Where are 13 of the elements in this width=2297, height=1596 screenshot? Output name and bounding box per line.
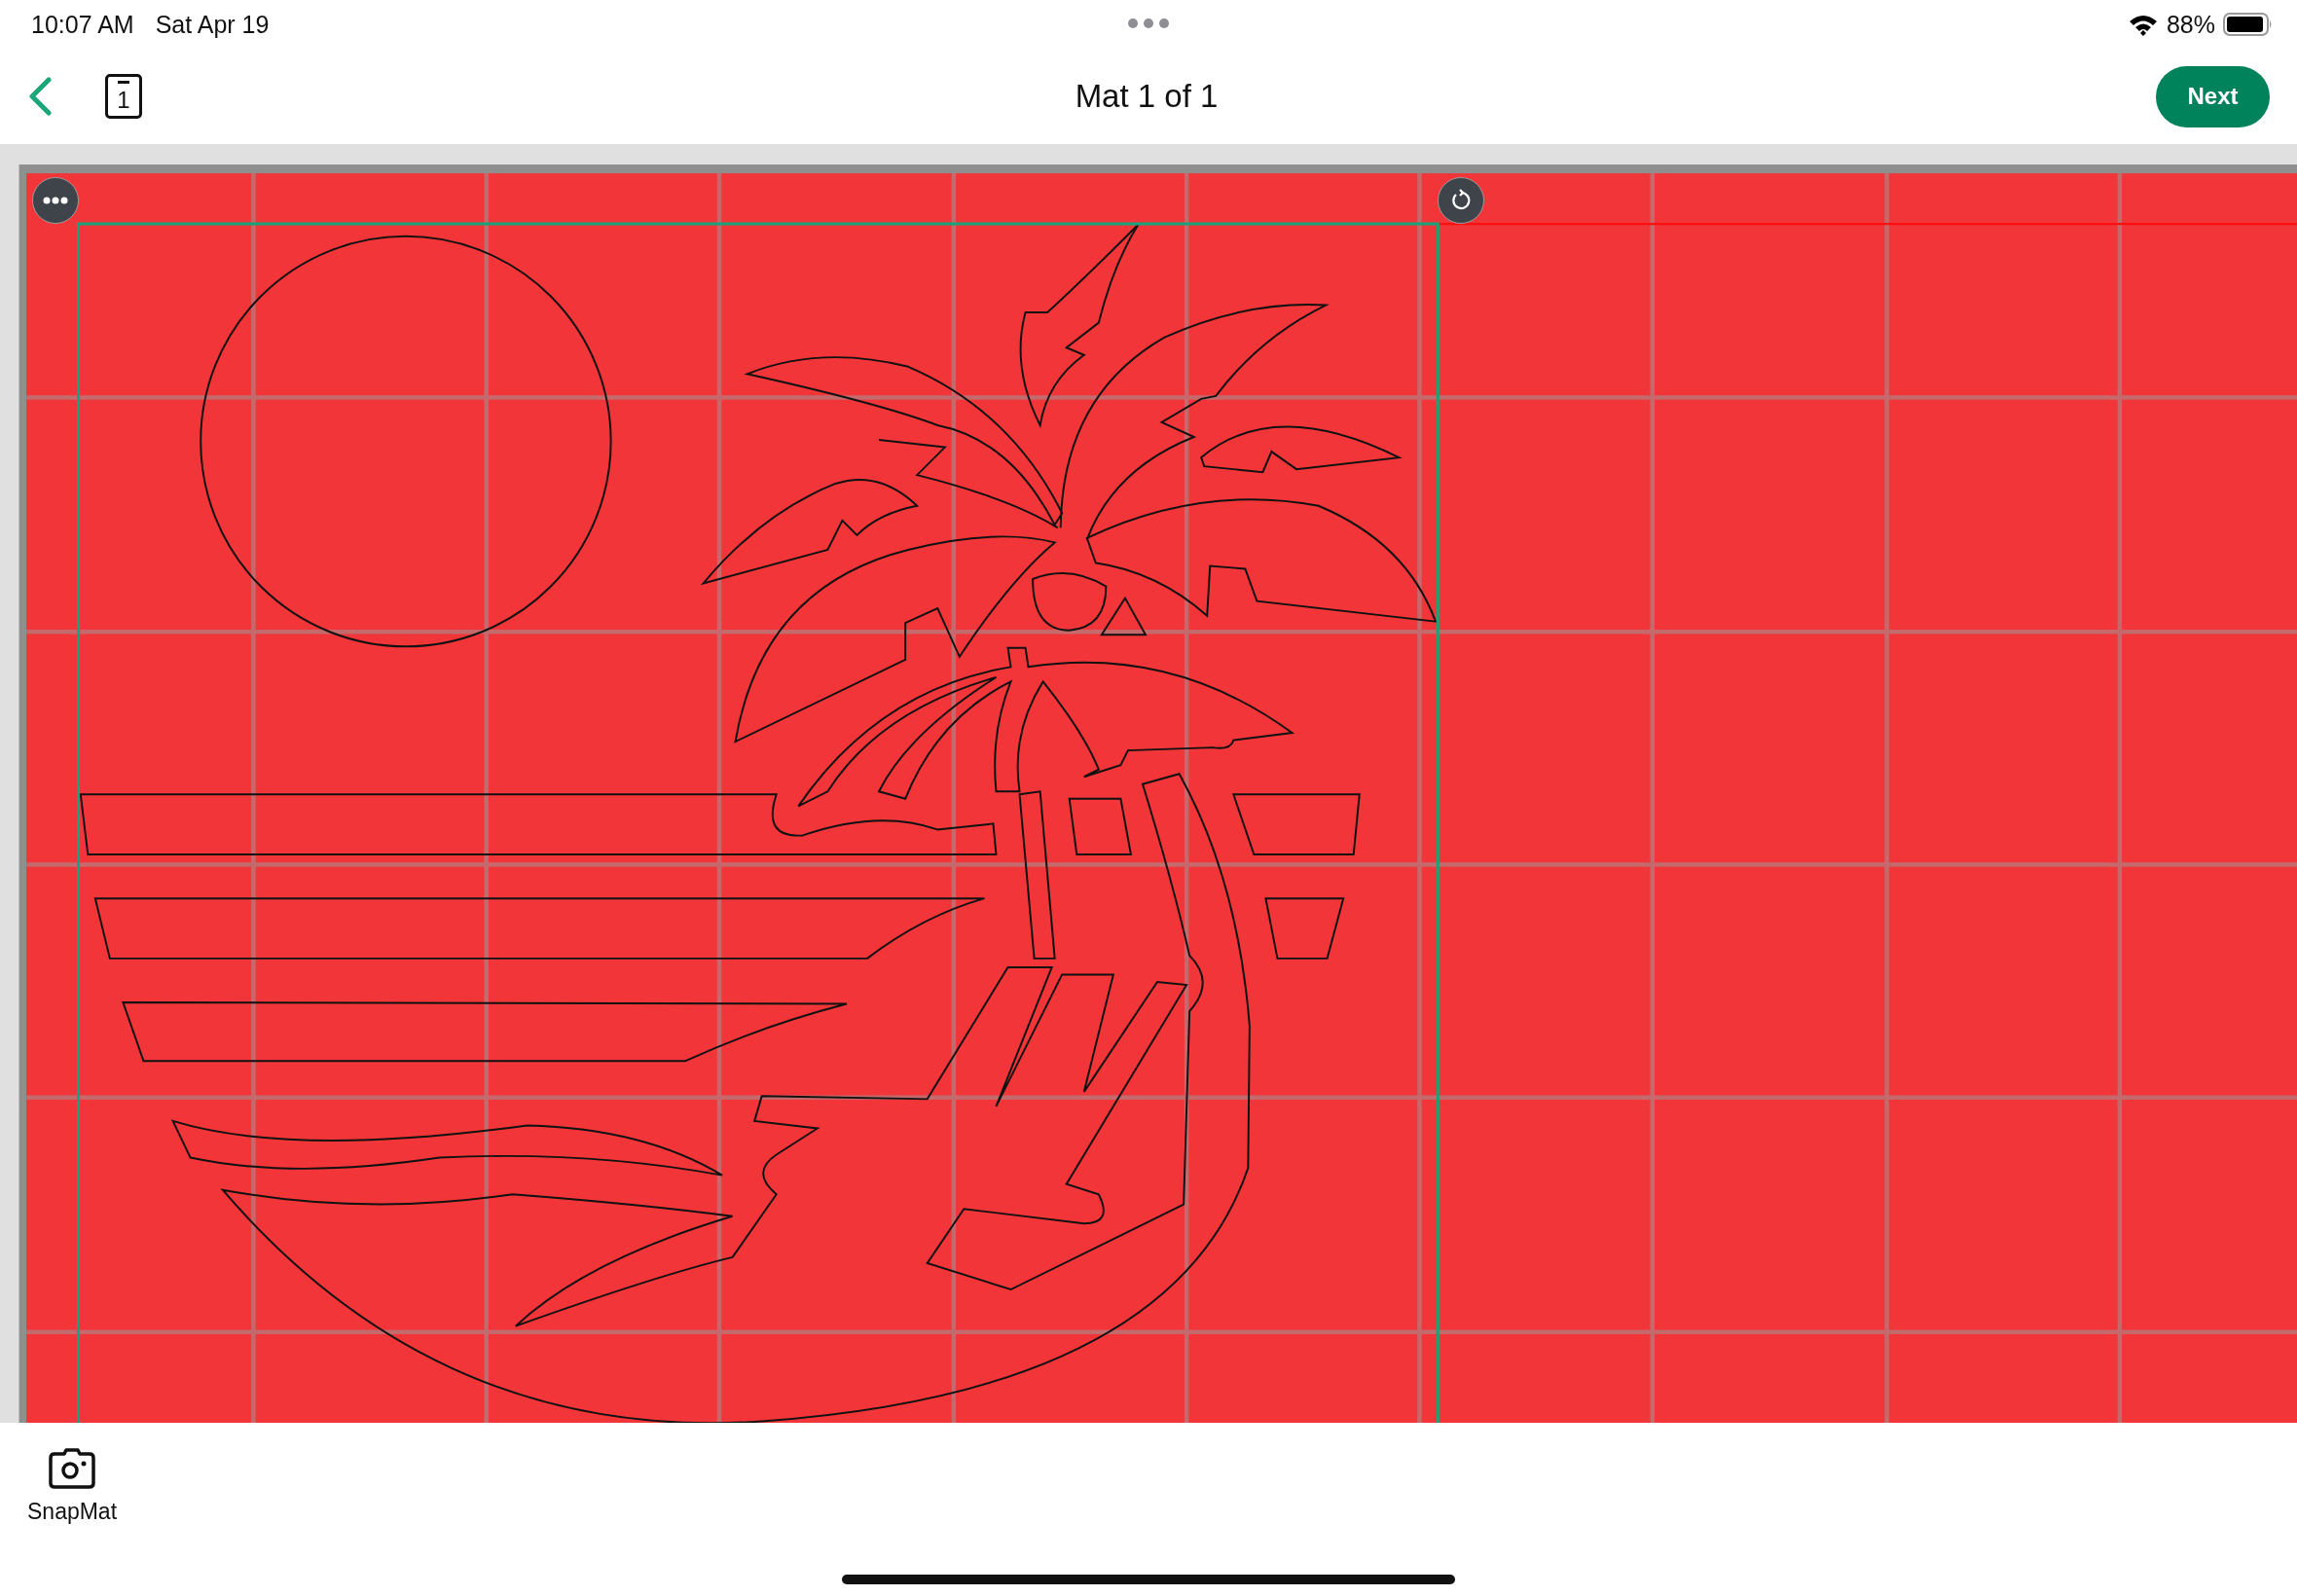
rotate-icon	[1449, 189, 1473, 212]
next-button[interactable]: Next	[2156, 65, 2270, 127]
page-title: Mat 1 of 1	[1075, 78, 1219, 115]
snapmat-button[interactable]: SnapMat	[27, 1448, 118, 1525]
back-chevron-icon	[27, 77, 53, 116]
camera-icon	[49, 1448, 96, 1489]
multitask-dots-icon[interactable]	[1127, 18, 1170, 29]
battery-percent: 88%	[2166, 10, 2215, 39]
battery-icon	[2223, 12, 2274, 37]
status-date: Sat Apr 19	[155, 10, 270, 39]
more-dots-icon	[43, 197, 68, 204]
status-time: 10:07 AM	[31, 10, 134, 39]
mat-number-button[interactable]: 1	[105, 74, 142, 119]
